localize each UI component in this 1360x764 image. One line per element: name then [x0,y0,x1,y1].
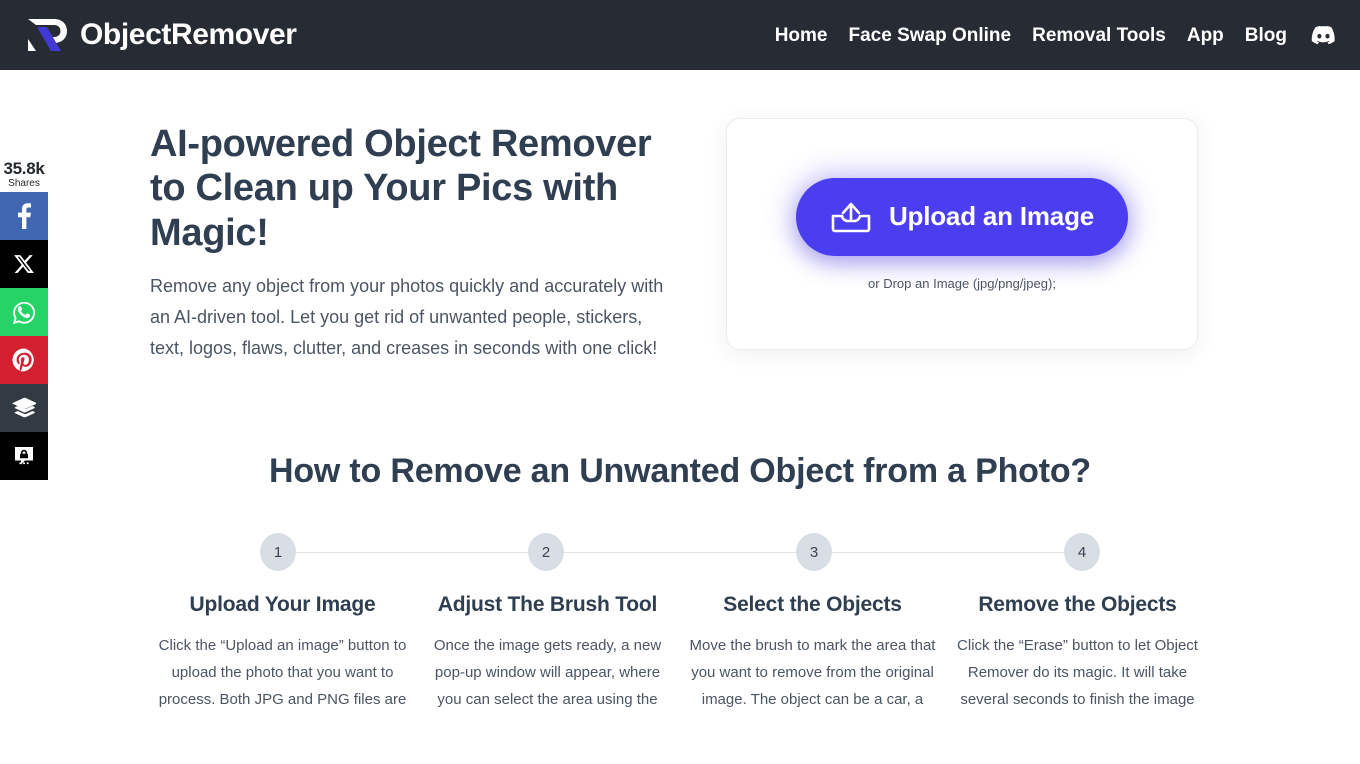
x-twitter-icon [14,255,34,273]
step-text-2: Once the image gets ready, a new pop-up … [433,637,662,709]
steps-grid: Upload Your Image Click the “Upload an i… [150,593,1210,713]
step-number-4: 4 [1064,533,1100,572]
social-share-bar: 35.8k Shares [0,160,48,480]
step-connector-2-3 [564,551,796,553]
step-title-1: Upload Your Image [189,593,376,617]
drop-image-hint: or Drop an Image (jpg/png/jpeg); [868,275,1056,291]
share-whatsapp-button[interactable] [0,288,48,336]
step-text-3: Move the brush to mark the area that you… [689,637,936,709]
objectremover-r-logo-icon [28,19,67,51]
nav-app[interactable]: App [1187,26,1224,45]
share-buffer-button[interactable] [0,384,48,432]
step-text-1: Click the “Upload an image” button to up… [158,637,407,709]
step-number-2: 2 [528,533,564,572]
step-title-3: Select the Objects [723,593,902,617]
upload-button-label: Upload an Image [888,201,1095,231]
step-number-1: 1 [260,533,296,572]
hero-section: AI-powered Object Remover to Clean up Yo… [150,70,1210,364]
discord-link[interactable] [1310,25,1336,45]
steps-progress-track: 1 2 3 4 [260,533,1100,572]
nav-blog[interactable]: Blog [1245,26,1287,45]
step-connector-1-2 [296,551,528,553]
brand-name: ObjectRemover [80,18,297,51]
upload-dropzone-card[interactable]: Upload an Image or Drop an Image (jpg/pn… [726,118,1198,350]
brand-logo-link[interactable]: ObjectRemover [24,15,297,55]
upload-tray-icon [831,202,871,232]
step-connector-3-4 [832,551,1064,553]
main-navigation: Home Face Swap Online Removal Tools App … [775,25,1336,45]
share-x-twitter-button[interactable] [0,240,48,288]
step-card-2: Adjust The Brush Tool Once the image get… [415,593,680,713]
nav-face-swap-online[interactable]: Face Swap Online [849,26,1012,45]
hero-subtitle: Remove any object from your photos quick… [150,276,664,359]
share-count-number: 35.8k [3,159,45,178]
share-count: 35.8k Shares [0,160,48,192]
step-text-4: Click the “Erase” button to let Object R… [957,637,1198,709]
nav-removal-tools[interactable]: Removal Tools [1032,26,1166,45]
nav-home[interactable]: Home [775,26,828,45]
step-title-4: Remove the Objects [978,593,1177,617]
step-title-2: Adjust The Brush Tool [437,593,658,617]
share-count-label: Shares [8,178,40,189]
step-card-3: Select the Objects Move the brush to mar… [680,593,945,713]
share-pinterest-button[interactable] [0,336,48,384]
pinterest-icon [12,348,34,372]
share-more-button[interactable] [0,432,48,480]
site-header: ObjectRemover Home Face Swap Online Remo… [0,0,1360,70]
step-card-1: Upload Your Image Click the “Upload an i… [150,593,415,713]
share-more-icon [15,447,33,465]
whatsapp-icon [13,301,36,324]
hero-copy: AI-powered Object Remover to Clean up Yo… [150,118,680,364]
how-to-title: How to Remove an Unwanted Object from a … [269,452,1091,491]
how-to-section: How to Remove an Unwanted Object from a … [150,364,1210,713]
buffer-icon [12,397,36,418]
discord-icon [1311,25,1335,45]
step-number-3: 3 [796,533,832,572]
share-facebook-button[interactable] [0,192,48,240]
facebook-icon [17,203,31,229]
hero-title: AI-powered Object Remover to Clean up Yo… [150,123,652,254]
upload-an-image-button[interactable]: Upload an Image [795,177,1129,256]
step-card-4: Remove the Objects Click the “Erase” but… [945,593,1210,713]
